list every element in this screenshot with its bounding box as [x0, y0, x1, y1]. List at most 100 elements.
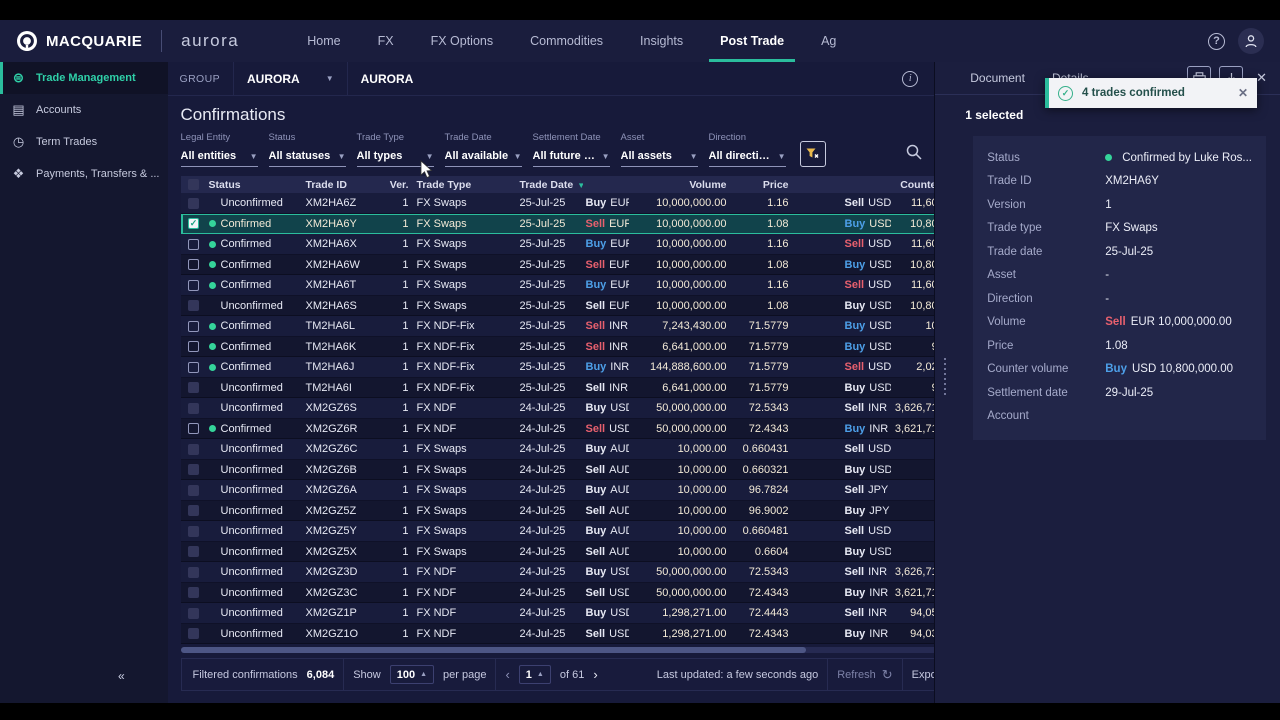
- nav-item-ag[interactable]: Ag: [821, 20, 836, 62]
- row-checkbox[interactable]: [181, 546, 207, 557]
- panel-tab-document[interactable]: Document: [970, 71, 1025, 85]
- search-icon[interactable]: [906, 144, 922, 165]
- table-row[interactable]: ConfirmedTM2HA6L1FX NDF-Fix25-Jul-25Sell…: [181, 316, 987, 337]
- sidebar-item-term-trades[interactable]: ◷Term Trades: [0, 126, 168, 158]
- table-row[interactable]: UnconfirmedTM2HA6I1FX NDF-Fix25-Jul-25Se…: [181, 378, 987, 399]
- nav-item-post-trade[interactable]: Post Trade: [720, 20, 784, 62]
- filter-status[interactable]: StatusAll statuses▼: [269, 132, 346, 167]
- table-row[interactable]: UnconfirmedXM2GZ6S1FX NDF24-Jul-25BuyUSD…: [181, 398, 987, 419]
- table-row[interactable]: UnconfirmedXM2GZ3C1FX NDF24-Jul-25SellUS…: [181, 583, 987, 604]
- row-checkbox[interactable]: [181, 239, 207, 250]
- table-row[interactable]: UnconfirmedXM2GZ1P1FX NDF24-Jul-25BuyUSD…: [181, 603, 987, 624]
- page-size-select[interactable]: 100▲: [390, 665, 434, 684]
- col-price[interactable]: Price: [727, 179, 789, 191]
- clear-filters-button[interactable]: [800, 141, 826, 167]
- table-row[interactable]: ✓ConfirmedXM2HA6Y1FX Swaps25-Jul-25SellE…: [181, 214, 987, 235]
- table-row[interactable]: UnconfirmedXM2GZ1O1FX NDF24-Jul-25SellUS…: [181, 624, 987, 645]
- table-row[interactable]: ConfirmedXM2HA6W1FX Swaps25-Jul-25SellEU…: [181, 255, 987, 276]
- app-window: MACQUARIE aurora HomeFXFX OptionsCommodi…: [0, 20, 1280, 703]
- row-checkbox[interactable]: [181, 587, 207, 598]
- table-row[interactable]: ConfirmedXM2HA6X1FX Swaps25-Jul-25BuyEUR…: [181, 234, 987, 255]
- avatar[interactable]: [1238, 28, 1264, 54]
- horizontal-scrollbar-thumb[interactable]: [181, 647, 806, 653]
- nav-item-insights[interactable]: Insights: [640, 20, 683, 62]
- table-row[interactable]: UnconfirmedXM2HA6Z1FX Swaps25-Jul-25BuyE…: [181, 193, 987, 214]
- help-icon[interactable]: ?: [1208, 33, 1225, 50]
- row-checkbox[interactable]: [181, 362, 207, 373]
- nav-item-home[interactable]: Home: [307, 20, 340, 62]
- price-cell: 0.660481: [727, 525, 789, 537]
- table-row[interactable]: ConfirmedXM2HA6T1FX Swaps25-Jul-25BuyEUR…: [181, 275, 987, 296]
- filter-settlement-date[interactable]: Settlement DateAll future dat...▼: [533, 132, 610, 167]
- status-cell: Unconfirmed: [207, 382, 303, 394]
- row-checkbox[interactable]: [181, 423, 207, 434]
- next-page-button[interactable]: ›: [593, 667, 597, 682]
- horizontal-scrollbar[interactable]: [181, 647, 987, 653]
- row-checkbox[interactable]: [181, 608, 207, 619]
- row-checkbox[interactable]: [181, 464, 207, 475]
- row-checkbox[interactable]: [181, 259, 207, 270]
- table-row[interactable]: UnconfirmedXM2GZ6A1FX Swaps24-Jul-25BuyA…: [181, 480, 987, 501]
- table-row[interactable]: ConfirmedXM2GZ6R1FX NDF24-Jul-25SellUSD5…: [181, 419, 987, 440]
- select-all-checkbox[interactable]: [181, 179, 207, 190]
- counter-direction-cell: BuyUSD: [843, 546, 891, 558]
- col-trade-type[interactable]: Trade Type: [409, 179, 515, 191]
- table-row[interactable]: UnconfirmedXM2GZ5Z1FX Swaps24-Jul-25Sell…: [181, 501, 987, 522]
- table-row[interactable]: UnconfirmedXM2GZ5X1FX Swaps24-Jul-25Sell…: [181, 542, 987, 563]
- group-selector[interactable]: AURORA ▼: [247, 72, 334, 86]
- col-version[interactable]: Ver.: [381, 179, 409, 191]
- col-trade-date[interactable]: Trade Date▼: [515, 179, 583, 191]
- nav-item-commodities[interactable]: Commodities: [530, 20, 603, 62]
- filter-value-text: All available: [445, 150, 509, 162]
- price-cell: 96.7824: [727, 484, 789, 496]
- row-checkbox[interactable]: [181, 567, 207, 578]
- direction-cell: BuyEUR: [583, 197, 629, 209]
- sidebar-item-accounts[interactable]: ▤Accounts: [0, 94, 168, 126]
- nav-item-fx[interactable]: FX: [378, 20, 394, 62]
- table-row[interactable]: UnconfirmedXM2GZ5Y1FX Swaps24-Jul-25BuyA…: [181, 521, 987, 542]
- row-checkbox[interactable]: ✓: [181, 218, 207, 229]
- sidebar-item-label: Accounts: [36, 104, 81, 116]
- row-checkbox[interactable]: [181, 198, 207, 209]
- table-row[interactable]: ConfirmedTM2HA6J1FX NDF-Fix25-Jul-25BuyI…: [181, 357, 987, 378]
- row-checkbox[interactable]: [181, 505, 207, 516]
- row-checkbox[interactable]: [181, 403, 207, 414]
- chevron-down-icon: ▼: [514, 152, 522, 161]
- row-checkbox[interactable]: [181, 341, 207, 352]
- row-checkbox[interactable]: [181, 526, 207, 537]
- previous-page-button[interactable]: ‹: [505, 667, 509, 682]
- row-checkbox[interactable]: [181, 321, 207, 332]
- col-status[interactable]: Status: [207, 179, 303, 191]
- status-dot: [209, 241, 216, 248]
- table-row[interactable]: UnconfirmedXM2GZ6C1FX Swaps24-Jul-25BuyA…: [181, 439, 987, 460]
- table-row[interactable]: UnconfirmedXM2HA6S1FX Swaps25-Jul-25Sell…: [181, 296, 987, 317]
- table-row[interactable]: UnconfirmedXM2GZ6B1FX Swaps24-Jul-25Sell…: [181, 460, 987, 481]
- close-panel-icon[interactable]: ✕: [1256, 70, 1267, 86]
- nav-item-fx-options[interactable]: FX Options: [431, 20, 494, 62]
- filter-legal-entity[interactable]: Legal EntityAll entities▼: [181, 132, 258, 167]
- row-checkbox[interactable]: [181, 444, 207, 455]
- filter-trade-type[interactable]: Trade TypeAll types▼: [357, 132, 434, 167]
- table-row[interactable]: UnconfirmedXM2GZ3D1FX NDF24-Jul-25BuyUSD…: [181, 562, 987, 583]
- row-checkbox[interactable]: [181, 280, 207, 291]
- sidebar-collapse-button[interactable]: «: [118, 669, 125, 683]
- sidebar-item-trade-management[interactable]: ⊜Trade Management: [0, 62, 168, 94]
- page-number-select[interactable]: 1▲: [519, 665, 551, 684]
- refresh-button[interactable]: Refresh ↻: [837, 667, 892, 683]
- sidebar-item-payments-transfers[interactable]: ❖Payments, Transfers & ...: [0, 158, 168, 190]
- panel-resize-handle[interactable]: [944, 358, 946, 395]
- col-trade-id[interactable]: Trade ID: [303, 179, 381, 191]
- info-icon[interactable]: i: [902, 71, 918, 87]
- row-checkbox[interactable]: [181, 628, 207, 639]
- term-trades-icon: ◷: [10, 134, 27, 150]
- row-checkbox[interactable]: [181, 382, 207, 393]
- col-volume[interactable]: Volume: [629, 179, 727, 191]
- row-checkbox[interactable]: [181, 485, 207, 496]
- toast-close-icon[interactable]: ✕: [1238, 86, 1248, 100]
- table-row[interactable]: ConfirmedTM2HA6K1FX NDF-Fix25-Jul-25Sell…: [181, 337, 987, 358]
- filter-trade-date[interactable]: Trade DateAll available▼: [445, 132, 522, 167]
- row-checkbox[interactable]: [181, 300, 207, 311]
- filter-asset[interactable]: AssetAll assets▼: [621, 132, 698, 167]
- filter-direction[interactable]: DirectionAll directions▼: [709, 132, 786, 167]
- page-total-label: of 61: [560, 669, 584, 681]
